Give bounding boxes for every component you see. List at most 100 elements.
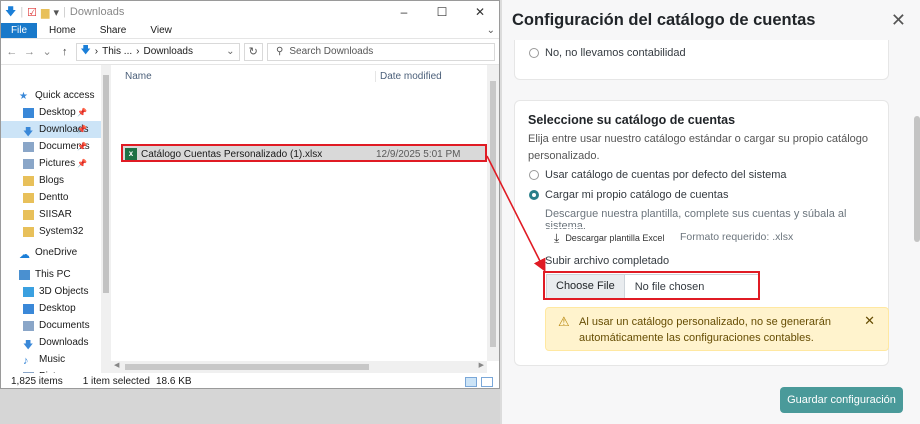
download-label: Descargar plantilla Excel	[565, 233, 665, 243]
close-button[interactable]: ✕	[461, 5, 499, 19]
sidebar-item-desktop[interactable]: Desktop 📌	[1, 104, 101, 121]
address-this-pc[interactable]: This ...	[102, 46, 132, 57]
star-icon: ★	[19, 90, 28, 102]
warning-icon: ⚠	[558, 314, 570, 329]
panel-scrollbar[interactable]	[914, 116, 920, 242]
navigation-pane: ★ Quick access Desktop 📌 🡇 Downloads 📌 Document…	[1, 65, 111, 373]
horizontal-scrollbar[interactable]: ◀ ▶	[111, 361, 487, 373]
download-template-button[interactable]: ⤓ Descargar plantilla Excel	[545, 227, 674, 249]
panel-header: Configuración del catálogo de cuentas	[502, 0, 920, 40]
desktop-icon	[23, 107, 34, 118]
column-name[interactable]: Name	[125, 71, 375, 82]
nav-scroll-thumb[interactable]	[103, 75, 109, 293]
forward-icon[interactable]: →	[23, 46, 37, 58]
sidebar-item-label: OneDrive	[35, 247, 78, 258]
quick-down-icon[interactable]: 🡇	[5, 3, 16, 22]
sidebar-item-downloads[interactable]: 🡇 Downloads	[1, 334, 101, 351]
address-row: ← → ⌄ ↑ 🡇 › This ... › Downloads ⌄ ↻ ⚲ S…	[1, 39, 499, 65]
pin-icon[interactable]: 📌	[77, 125, 87, 134]
folder-icon[interactable]: ▆	[41, 6, 49, 19]
sidebar-item-label: Music	[39, 354, 66, 365]
sidebar-item-pictures[interactable]: Pictures 📌	[1, 155, 101, 172]
ribbon-tabs: File Home Share View ⌄	[1, 23, 499, 39]
window-title: Downloads	[69, 6, 125, 18]
nav-scrollbar[interactable]	[101, 65, 111, 373]
properties-icon[interactable]: ☑	[27, 6, 37, 19]
sidebar-item-blogs[interactable]: Blogs	[1, 172, 101, 189]
address-current[interactable]: Downloads	[143, 46, 192, 57]
recent-chevron-icon[interactable]: ⌄	[40, 45, 54, 58]
item-count: 1,825 items	[11, 376, 63, 387]
accounting-card: No, no llevamos contabilidad	[514, 40, 889, 80]
refresh-button[interactable]: ↻	[243, 42, 264, 61]
back-icon[interactable]: ←	[5, 46, 19, 58]
pin-icon[interactable]: 📌	[77, 108, 87, 117]
close-icon[interactable]: ✕	[891, 10, 906, 31]
tab-share[interactable]: Share	[88, 23, 139, 38]
sidebar-item-label: Dentto	[39, 192, 69, 203]
save-button[interactable]: Guardar configuración	[780, 387, 903, 413]
alert-close-icon[interactable]: ✕	[864, 313, 875, 329]
customize-chevron-icon[interactable]: ▾	[54, 6, 60, 19]
minimize-button[interactable]: –	[385, 5, 423, 19]
sidebar-item-3d-objects[interactable]: 3D Objects	[1, 283, 101, 300]
ribbon-expand-icon[interactable]: ⌄	[483, 23, 499, 38]
search-icon: ⚲	[276, 46, 284, 57]
catalog-card: Seleccione su catálogo de cuentas Elija …	[514, 100, 889, 366]
cloud-icon: ☁	[19, 248, 30, 261]
radio-label: Usar catálogo de cuentas por defecto del…	[545, 169, 787, 181]
section-description: Elija entre usar nuestro catálogo estánd…	[528, 133, 868, 162]
file-input-annotation-box	[543, 271, 760, 300]
radio-no-accounting[interactable]: No, no llevamos contabilidad	[529, 47, 686, 59]
file-scrollbar[interactable]	[487, 65, 499, 361]
sidebar-item-onedrive[interactable]: ☁ OneDrive	[1, 244, 101, 261]
sidebar-item-label: Desktop	[39, 303, 76, 314]
radio-custom-catalog[interactable]: Cargar mi propio catálogo de cuentas	[529, 189, 728, 201]
radio-dot[interactable]	[529, 170, 539, 180]
sidebar-item-documents[interactable]: Documents	[1, 317, 101, 334]
scroll-left-icon[interactable]: ◀	[114, 361, 119, 369]
sidebar-item-siisar[interactable]: SIISAR	[1, 206, 101, 223]
pin-icon[interactable]: 📌	[77, 142, 87, 151]
sidebar-item-dentto[interactable]: Dentto	[1, 189, 101, 206]
documents-icon	[23, 141, 34, 152]
tab-home[interactable]: Home	[37, 23, 88, 38]
sidebar-item-system32[interactable]: System32	[1, 223, 101, 240]
download-icon: ⤓	[554, 230, 560, 245]
sidebar-item-label: Quick access	[35, 90, 95, 101]
large-icons-view-icon[interactable]	[481, 376, 493, 387]
scroll-right-icon[interactable]: ▶	[479, 361, 484, 369]
file-scroll-thumb[interactable]	[490, 81, 496, 347]
pictures-icon	[23, 158, 34, 169]
tab-view[interactable]: View	[138, 23, 184, 38]
radio-dot[interactable]	[529, 48, 539, 58]
tab-file[interactable]: File	[1, 23, 37, 38]
download-icon: 🡇	[23, 339, 34, 351]
sidebar-item-label: Blogs	[39, 175, 65, 186]
horizontal-scroll-thumb[interactable]	[125, 364, 369, 370]
sidebar-item-documents[interactable]: Documents 📌	[1, 138, 101, 155]
up-icon[interactable]: ↑	[58, 46, 72, 58]
address-bar[interactable]: 🡇 › This ... › Downloads ⌄	[75, 42, 240, 61]
column-date[interactable]: Date modified	[375, 70, 442, 82]
search-input[interactable]: ⚲ Search Downloads	[267, 42, 496, 61]
radio-default-catalog[interactable]: Usar catálogo de cuentas por defecto del…	[529, 169, 787, 181]
maximize-button[interactable]: ☐	[423, 5, 461, 19]
folder-icon	[23, 175, 34, 186]
sidebar-item-downloads[interactable]: 🡇 Downloads 📌	[1, 121, 101, 138]
sidebar-item-quick-access[interactable]: ★ Quick access	[1, 87, 101, 104]
folder-icon	[23, 192, 34, 203]
radio-dot-selected[interactable]	[529, 190, 539, 200]
file-explorer-window: 🡇 | ☑ ▆ ▾ | Downloads – ☐ ✕ File Home Sh…	[0, 0, 500, 389]
cube-icon	[23, 286, 34, 297]
address-chevron-icon[interactable]: ⌄	[226, 46, 234, 57]
sidebar-item-desktop[interactable]: Desktop	[1, 300, 101, 317]
address-separator: ›	[94, 46, 99, 57]
sidebar-item-music[interactable]: ♪ Music	[1, 351, 101, 368]
details-view-icon[interactable]	[465, 376, 477, 387]
sidebar-item-label: This PC	[35, 269, 71, 280]
sidebar-item-this-pc[interactable]: This PC	[1, 266, 101, 283]
pin-icon[interactable]: 📌	[77, 159, 87, 168]
music-icon: ♪	[23, 354, 29, 367]
selection-info: 1 item selected	[82, 376, 150, 387]
